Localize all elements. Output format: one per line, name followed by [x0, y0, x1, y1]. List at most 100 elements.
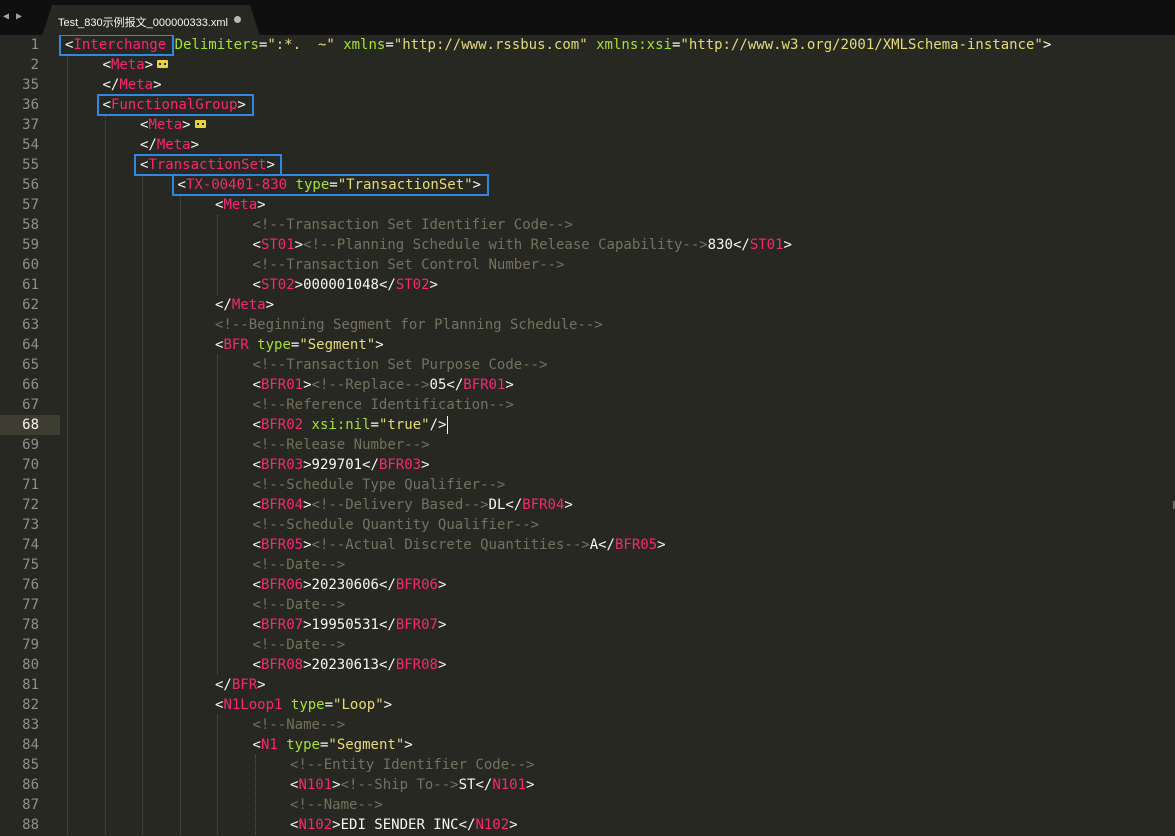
line-number[interactable]: 1 [0, 35, 39, 55]
code-line[interactable]: <Interchange Delimiters=":*. ~" xmlns="h… [65, 35, 1051, 55]
line-number[interactable]: 66 [0, 375, 39, 395]
line-number[interactable]: 87 [0, 795, 39, 815]
code-line[interactable]: <!--Reference Identification--> [253, 395, 514, 415]
indent-guide [217, 355, 218, 675]
punctuation: /> [429, 417, 447, 433]
code-line[interactable]: <ST01><!--Planning Schedule with Release… [253, 235, 792, 255]
line-number[interactable]: 35 [0, 75, 39, 95]
line-number[interactable]: 70 [0, 455, 39, 475]
code-line[interactable]: <BFR08>20230613</BFR08> [253, 655, 447, 675]
line-number[interactable]: 77 [0, 595, 39, 615]
punctuation: >929701</ [303, 457, 379, 473]
tab-nav-right-icon[interactable]: ▶ [16, 11, 22, 23]
line-number[interactable]: 74 [0, 535, 39, 555]
line-number[interactable]: 71 [0, 475, 39, 495]
line-number[interactable]: 55 [0, 155, 39, 175]
punctuation: = [385, 37, 394, 53]
line-number[interactable]: 68 [0, 415, 39, 435]
code-line[interactable]: </Meta> [215, 295, 274, 315]
file-tab[interactable]: Test_830示例报文_000000333.xml [42, 5, 260, 36]
line-number[interactable]: 88 [0, 815, 39, 835]
punctuation [588, 37, 596, 53]
code-line[interactable]: <BFR06>20230606</BFR06> [253, 575, 447, 595]
code-line[interactable]: <BFR05><!--Actual Discrete Quantities-->… [253, 535, 666, 555]
code-line[interactable]: <!--Transaction Set Purpose Code--> [253, 355, 548, 375]
line-number[interactable]: 56 [0, 175, 39, 195]
code-line[interactable]: <BFR03>929701</BFR03> [253, 455, 430, 475]
punctuation: = [324, 697, 334, 713]
line-number[interactable]: 37 [0, 115, 39, 135]
code-line[interactable]: <Meta> [103, 55, 169, 75]
line-number[interactable]: 2 [0, 55, 39, 75]
code-line[interactable]: <!--Name--> [253, 715, 346, 735]
punctuation: > [1042, 37, 1052, 53]
punctuation: >19950531</ [303, 617, 396, 633]
code-line[interactable]: <N101><!--Ship To-->ST</N101> [290, 775, 534, 795]
line-number[interactable]: 67 [0, 395, 39, 415]
line-number[interactable]: 72 [0, 495, 39, 515]
code-line[interactable]: <Meta> [215, 195, 266, 215]
code-line[interactable]: <BFR type="Segment"> [215, 335, 384, 355]
code-line[interactable]: <BFR02 xsi:nil="true"/> [253, 415, 447, 435]
line-number[interactable]: 58 [0, 215, 39, 235]
tab-nav-left-icon[interactable]: ◀ [3, 11, 9, 23]
line-number[interactable]: 76 [0, 575, 39, 595]
line-number[interactable]: 60 [0, 255, 39, 275]
code-line[interactable]: <N1 type="Segment"> [253, 735, 413, 755]
code-line[interactable]: <BFR07>19950531</BFR07> [253, 615, 447, 635]
code-line[interactable]: <TransactionSet> [140, 155, 275, 175]
punctuation [303, 417, 311, 433]
line-number[interactable]: 78 [0, 615, 39, 635]
code-line[interactable]: <!--Transaction Set Identifier Code--> [253, 215, 573, 235]
code-line[interactable]: </Meta> [103, 75, 162, 95]
line-number[interactable]: 54 [0, 135, 39, 155]
editor-window: ◀ ▶ Test_830示例报文_000000333.xml 1 2 35 36 37 5… [0, 0, 1175, 836]
code-line[interactable]: </Meta> [140, 135, 199, 155]
line-number[interactable]: 61 [0, 275, 39, 295]
line-number[interactable]: 62 [0, 295, 39, 315]
line-number[interactable]: 75 [0, 555, 39, 575]
code-line[interactable]: <TX-00401-830 type="TransactionSet"> [178, 175, 481, 195]
code-line[interactable]: <!--Date--> [253, 555, 346, 575]
code-line[interactable]: <!--Transaction Set Control Number--> [253, 255, 565, 275]
code-line[interactable]: <!--Schedule Quantity Qualifier--> [253, 515, 540, 535]
code-line[interactable]: <N1Loop1 type="Loop"> [215, 695, 392, 715]
code-line[interactable]: <!--Beginning Segment for Planning Sched… [215, 315, 603, 335]
code-line[interactable]: <Meta> [140, 115, 206, 135]
line-number[interactable]: 82 [0, 695, 39, 715]
line-number[interactable]: 73 [0, 515, 39, 535]
punctuation: > [526, 777, 535, 793]
code-line[interactable]: <!--Name--> [290, 795, 383, 815]
code-line[interactable]: <BFR04><!--Delivery Based-->DL</BFR04> [253, 495, 573, 515]
line-number[interactable]: 63 [0, 315, 39, 335]
line-number[interactable]: 81 [0, 675, 39, 695]
line-number[interactable]: 85 [0, 755, 39, 775]
code-line[interactable]: <FunctionalGroup> [103, 95, 246, 115]
line-number[interactable]: 83 [0, 715, 39, 735]
code-line[interactable]: <!--Schedule Type Qualifier--> [253, 475, 506, 495]
line-number[interactable]: 65 [0, 355, 39, 375]
line-number[interactable]: 80 [0, 655, 39, 675]
code-line[interactable]: <N102>EDI SENDER INC</N102> [290, 815, 518, 835]
line-number[interactable]: 86 [0, 775, 39, 795]
line-number[interactable]: 84 [0, 735, 39, 755]
code-line[interactable]: </BFR> [215, 675, 266, 695]
punctuation: > [383, 697, 393, 713]
folded-region-icon[interactable] [194, 120, 206, 128]
code-line[interactable]: <!--Date--> [253, 635, 346, 655]
line-number[interactable]: 79 [0, 635, 39, 655]
folded-region-icon[interactable] [157, 60, 169, 68]
code-editor[interactable]: 1 2 35 36 37 54 55 56 57 58 59 60 61 62 63 64 65 66 67 68 69… [0, 35, 1175, 836]
code-line[interactable]: <BFR01><!--Replace-->05</BFR01> [253, 375, 514, 395]
unsaved-dot-icon[interactable] [234, 16, 241, 23]
code-line[interactable]: <ST02>000001048</ST02> [253, 275, 438, 295]
punctuation: > [509, 817, 518, 833]
code-line[interactable]: <!--Entity Identifier Code--> [290, 755, 534, 775]
code-line[interactable]: <!--Date--> [253, 595, 346, 615]
code-line[interactable]: <!--Release Number--> [253, 435, 430, 455]
line-number[interactable]: 59 [0, 235, 39, 255]
line-number[interactable]: 36 [0, 95, 39, 115]
line-number[interactable]: 57 [0, 195, 39, 215]
line-number[interactable]: 64 [0, 335, 39, 355]
line-number[interactable]: 69 [0, 435, 39, 455]
